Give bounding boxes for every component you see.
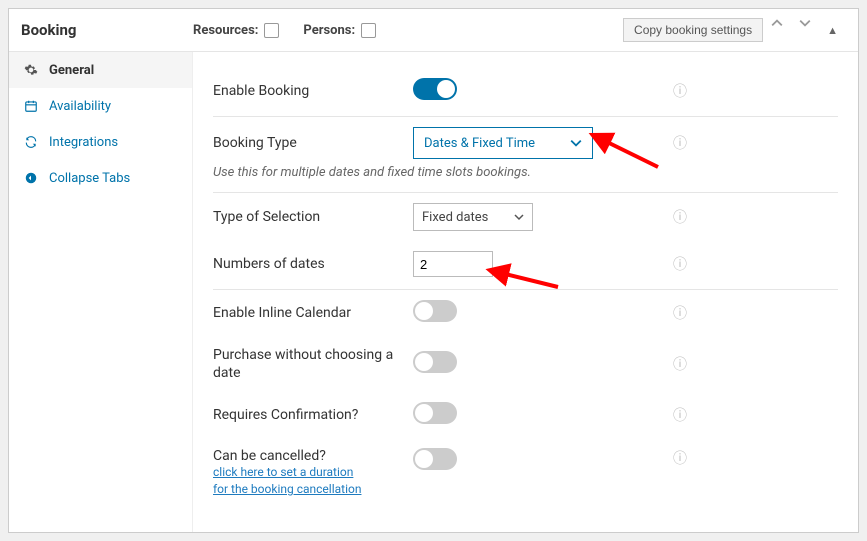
row-type-of-selection: Type of Selection Fixed dates ⓘ <box>213 193 838 241</box>
row-booking-type: Booking Type Dates & Fixed Time ⓘ <box>213 117 838 169</box>
sidebar-item-integrations[interactable]: Integrations <box>9 124 192 160</box>
arrow-annotation <box>493 267 563 296</box>
row-can-be-cancelled: Can be cancelled? click here to set a du… <box>213 438 838 508</box>
resources-checkbox-wrap: Resources: <box>193 23 279 38</box>
booking-panel: Booking Resources: Persons: Copy booking… <box>8 8 859 533</box>
arrow-annotation <box>593 132 663 176</box>
select-booking-type[interactable]: Dates & Fixed Time <box>413 127 593 159</box>
sidebar-item-collapse-tabs[interactable]: Collapse Tabs <box>9 160 192 196</box>
link-set-cancel-duration[interactable]: click here to set a duration <box>213 464 413 481</box>
select-type-of-selection-value: Fixed dates <box>422 210 488 225</box>
label-can-be-cancelled: Can be cancelled? click here to set a du… <box>213 448 413 498</box>
help-icon[interactable]: ⓘ <box>673 451 687 467</box>
collapse-panel-button[interactable]: ▲ <box>819 24 846 37</box>
label-enable-inline-calendar: Enable Inline Calendar <box>213 305 413 321</box>
sidebar-item-label: General <box>49 63 94 78</box>
toggle-purchase-without-date[interactable] <box>413 351 457 373</box>
label-enable-booking: Enable Booking <box>213 83 413 99</box>
row-requires-confirmation: Requires Confirmation? ⓘ <box>213 392 838 438</box>
gear-icon <box>23 62 39 78</box>
toggle-can-be-cancelled[interactable] <box>413 448 457 470</box>
select-booking-type-value: Dates & Fixed Time <box>424 136 535 151</box>
input-numbers-of-dates[interactable] <box>413 251 493 277</box>
panel-title: Booking <box>21 21 193 39</box>
label-numbers-of-dates: Numbers of dates <box>213 256 413 272</box>
help-icon[interactable]: ⓘ <box>673 357 687 373</box>
calendar-icon <box>23 98 39 114</box>
label-purchase-without-date: Purchase without choosing a date <box>213 346 413 382</box>
help-icon[interactable]: ⓘ <box>673 257 687 273</box>
sort-up-button[interactable] <box>763 17 791 43</box>
sidebar-item-label: Integrations <box>49 135 118 150</box>
help-icon[interactable]: ⓘ <box>673 210 687 226</box>
toggle-enable-inline-calendar[interactable] <box>413 300 457 322</box>
sidebar: General Availability Integrations Collap… <box>9 52 193 532</box>
label-booking-type: Booking Type <box>213 135 413 151</box>
label-type-of-selection: Type of Selection <box>213 209 413 225</box>
row-enable-inline-calendar: Enable Inline Calendar ⓘ <box>213 290 838 336</box>
refresh-icon <box>23 134 39 150</box>
collapse-icon <box>23 170 39 186</box>
sidebar-item-general[interactable]: General <box>9 52 192 88</box>
chevron-down-icon <box>799 17 811 29</box>
panel-topbar: Booking Resources: Persons: Copy booking… <box>9 9 858 52</box>
chevron-down-icon <box>514 212 524 222</box>
persons-checkbox[interactable] <box>361 23 376 38</box>
toggle-requires-confirmation[interactable] <box>413 402 457 424</box>
booking-type-hint: Use this for multiple dates and fixed ti… <box>213 165 838 193</box>
sort-down-button[interactable] <box>791 17 819 43</box>
sidebar-item-label: Availability <box>49 99 111 114</box>
help-icon[interactable]: ⓘ <box>673 408 687 424</box>
resources-checkbox[interactable] <box>264 23 279 38</box>
persons-label: Persons: <box>303 23 355 38</box>
help-icon[interactable]: ⓘ <box>673 306 687 322</box>
panel-body: General Availability Integrations Collap… <box>9 52 858 532</box>
resources-label: Resources: <box>193 23 258 38</box>
label-requires-confirmation: Requires Confirmation? <box>213 407 413 423</box>
chevron-down-icon <box>570 137 582 149</box>
sidebar-item-label: Collapse Tabs <box>49 171 130 186</box>
help-icon[interactable]: ⓘ <box>673 136 687 152</box>
main-settings: Enable Booking ⓘ Booking Type Dates & Fi… <box>193 52 858 532</box>
persons-checkbox-wrap: Persons: <box>303 23 376 38</box>
toggle-enable-booking[interactable] <box>413 78 457 100</box>
select-type-of-selection[interactable]: Fixed dates <box>413 203 533 231</box>
help-icon[interactable]: ⓘ <box>673 84 687 100</box>
label-can-be-cancelled-text: Can be cancelled? <box>213 448 326 464</box>
chevron-up-icon <box>771 17 783 29</box>
row-enable-booking: Enable Booking ⓘ <box>213 68 838 117</box>
copy-booking-settings-button[interactable]: Copy booking settings <box>623 18 763 42</box>
row-purchase-without-date: Purchase without choosing a date ⓘ <box>213 336 838 392</box>
sidebar-item-availability[interactable]: Availability <box>9 88 192 124</box>
link-set-cancel-duration-2[interactable]: for the booking cancellation <box>213 481 413 498</box>
